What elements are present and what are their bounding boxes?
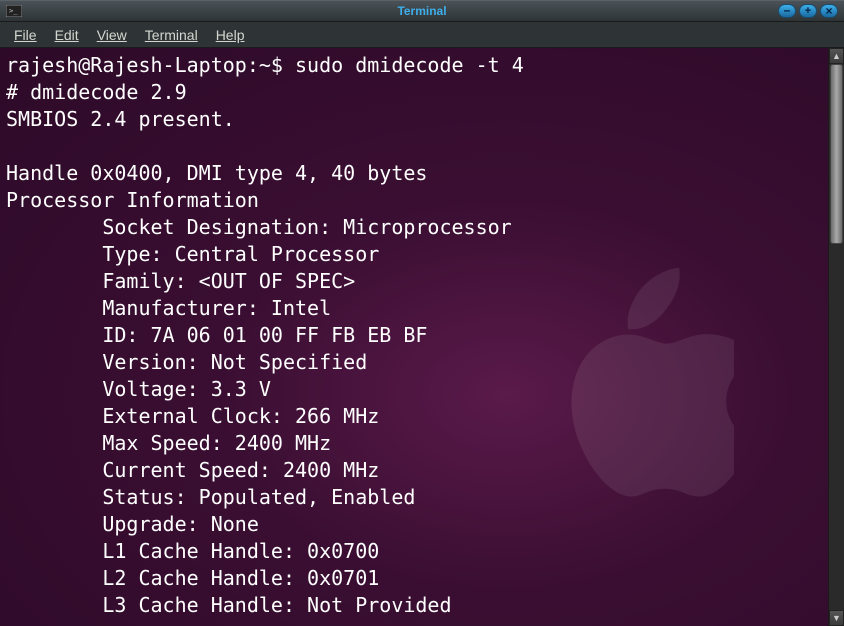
output-line: SMBIOS 2.4 present. [6, 107, 235, 131]
window-titlebar[interactable]: >_ Terminal [0, 0, 844, 22]
output-field: Status: Populated, Enabled [6, 485, 415, 509]
scroll-up-button[interactable]: ▲ [829, 48, 844, 64]
window-title: Terminal [397, 4, 446, 18]
window-controls [778, 4, 838, 18]
terminal-area: rajesh@Rajesh-Laptop:~$ sudo dmidecode -… [0, 48, 844, 626]
output-field: ID: 7A 06 01 00 FF FB EB BF [6, 323, 427, 347]
terminal-content[interactable]: rajesh@Rajesh-Laptop:~$ sudo dmidecode -… [0, 48, 828, 626]
menu-terminal[interactable]: Terminal [137, 25, 206, 45]
output-field: L3 Cache Handle: Not Provided [6, 593, 452, 617]
shell-command: sudo dmidecode -t 4 [295, 53, 524, 77]
output-field: Upgrade: None [6, 512, 259, 536]
scroll-thumb[interactable] [830, 64, 843, 244]
output-field: Socket Designation: Microprocessor [6, 215, 512, 239]
output-field: Current Speed: 2400 MHz [6, 458, 379, 482]
minimize-button[interactable] [778, 4, 796, 18]
close-button[interactable] [820, 4, 838, 18]
output-field: Manufacturer: Intel [6, 296, 331, 320]
terminal-window: >_ Terminal File Edit View Terminal Help… [0, 0, 844, 626]
svg-text:>_: >_ [9, 7, 18, 15]
scroll-track[interactable] [829, 64, 844, 610]
menu-file[interactable]: File [6, 25, 45, 45]
menubar: File Edit View Terminal Help [0, 22, 844, 48]
menu-edit[interactable]: Edit [47, 25, 87, 45]
scroll-down-button[interactable]: ▼ [829, 610, 844, 626]
output-field: L1 Cache Handle: 0x0700 [6, 539, 379, 563]
output-line: Handle 0x0400, DMI type 4, 40 bytes [6, 161, 427, 185]
output-field: Version: Not Specified [6, 350, 367, 374]
output-line: # dmidecode 2.9 [6, 80, 187, 104]
output-field: Type: Central Processor [6, 242, 379, 266]
output-line: Processor Information [6, 188, 259, 212]
shell-prompt: rajesh@Rajesh-Laptop:~$ [6, 53, 295, 77]
maximize-button[interactable] [799, 4, 817, 18]
output-field: Family: <OUT OF SPEC> [6, 269, 355, 293]
vertical-scrollbar[interactable]: ▲ ▼ [828, 48, 844, 626]
menu-view[interactable]: View [89, 25, 135, 45]
output-field: External Clock: 266 MHz [6, 404, 379, 428]
output-field: L2 Cache Handle: 0x0701 [6, 566, 379, 590]
output-field: Max Speed: 2400 MHz [6, 431, 331, 455]
output-field: Voltage: 3.3 V [6, 377, 271, 401]
menu-help[interactable]: Help [208, 25, 253, 45]
terminal-app-icon: >_ [6, 4, 22, 18]
